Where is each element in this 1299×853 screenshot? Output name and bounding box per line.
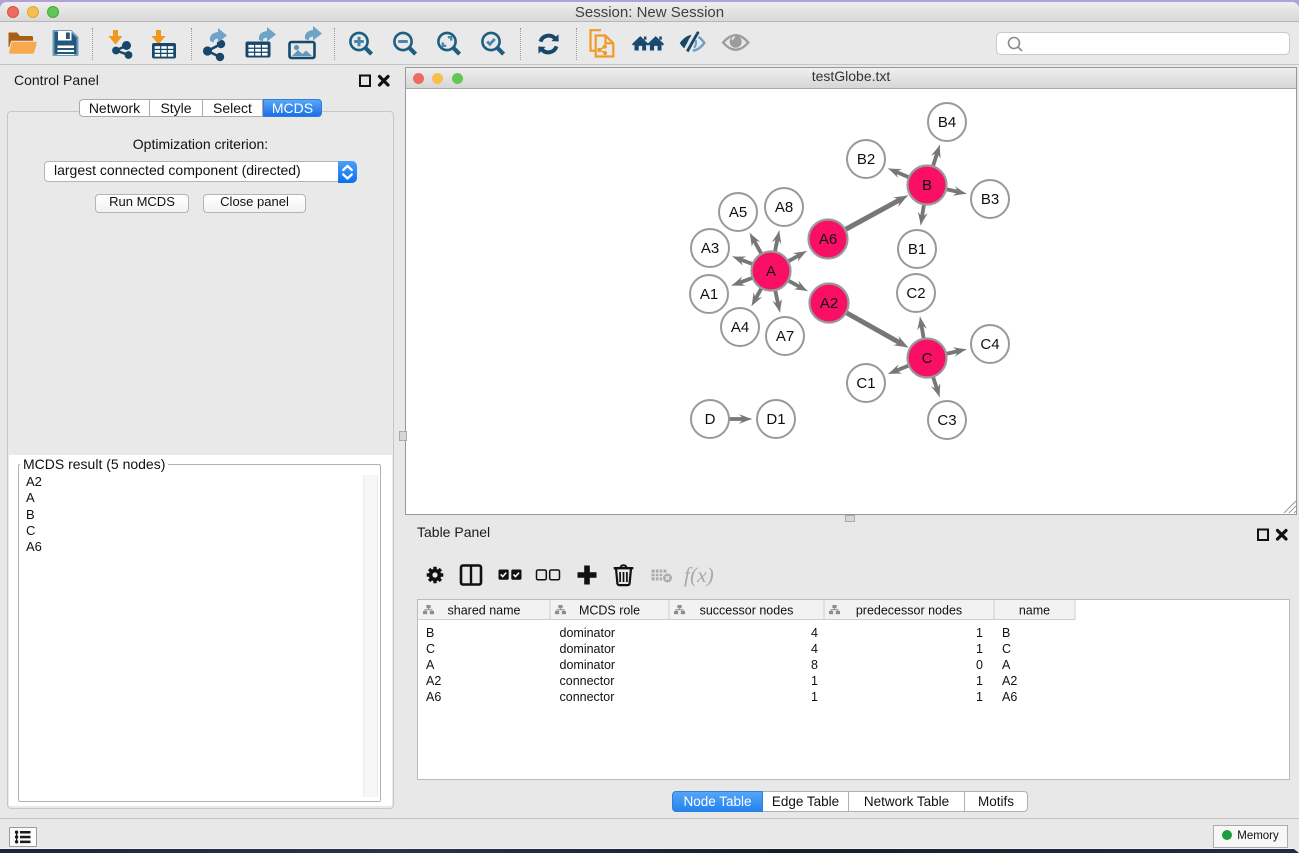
- svg-text:C: C: [922, 350, 933, 367]
- svg-text:B3: B3: [981, 191, 999, 208]
- svg-text:predecessor nodes: predecessor nodes: [856, 604, 962, 618]
- svg-text:1: 1: [976, 642, 983, 656]
- svg-text:C4: C4: [980, 336, 999, 353]
- svg-text:1: 1: [976, 690, 983, 704]
- svg-text:A2: A2: [426, 674, 441, 688]
- svg-text:A4: A4: [731, 319, 749, 336]
- svg-text:1: 1: [976, 626, 983, 640]
- svg-text:C1: C1: [856, 375, 875, 392]
- svg-text:A3: A3: [701, 240, 719, 257]
- svg-text:A: A: [1002, 658, 1011, 672]
- svg-text:A2: A2: [1002, 674, 1017, 688]
- svg-text:B4: B4: [938, 114, 956, 131]
- svg-text:MCDS role: MCDS role: [579, 604, 640, 618]
- svg-text:1: 1: [811, 690, 818, 704]
- svg-text:successor nodes: successor nodes: [700, 604, 794, 618]
- svg-text:A6: A6: [1002, 690, 1017, 704]
- svg-text:C: C: [426, 642, 435, 656]
- svg-text:A6: A6: [426, 690, 441, 704]
- svg-text:dominator: dominator: [560, 658, 616, 672]
- svg-text:A: A: [426, 658, 435, 672]
- svg-text:B1: B1: [908, 241, 926, 258]
- svg-text:B: B: [922, 177, 932, 194]
- svg-text:name: name: [1019, 604, 1050, 618]
- svg-text:connector: connector: [560, 674, 615, 688]
- svg-text:0: 0: [976, 658, 983, 672]
- svg-text:A2: A2: [820, 295, 838, 312]
- svg-text:A6: A6: [819, 231, 837, 248]
- svg-text:A7: A7: [776, 328, 794, 345]
- svg-text:4: 4: [811, 626, 818, 640]
- svg-text:C3: C3: [937, 412, 956, 429]
- svg-text:A5: A5: [729, 204, 747, 221]
- svg-text:B2: B2: [857, 151, 875, 168]
- svg-text:dominator: dominator: [560, 626, 616, 640]
- svg-text:1: 1: [976, 674, 983, 688]
- svg-text:A: A: [766, 263, 776, 280]
- svg-text:8: 8: [811, 658, 818, 672]
- svg-text:C2: C2: [906, 285, 925, 302]
- svg-text:B: B: [1002, 626, 1010, 640]
- svg-text:D: D: [705, 411, 716, 428]
- svg-text:D1: D1: [766, 411, 785, 428]
- svg-text:connector: connector: [560, 690, 615, 704]
- svg-text:A1: A1: [700, 286, 718, 303]
- svg-text:4: 4: [811, 642, 818, 656]
- svg-text:A8: A8: [775, 199, 793, 216]
- svg-text:shared name: shared name: [448, 604, 521, 618]
- svg-text:C: C: [1002, 642, 1011, 656]
- svg-text:dominator: dominator: [560, 642, 616, 656]
- svg-text:f(x): f(x): [684, 563, 714, 587]
- svg-text:B: B: [426, 626, 434, 640]
- svg-text:1: 1: [811, 674, 818, 688]
